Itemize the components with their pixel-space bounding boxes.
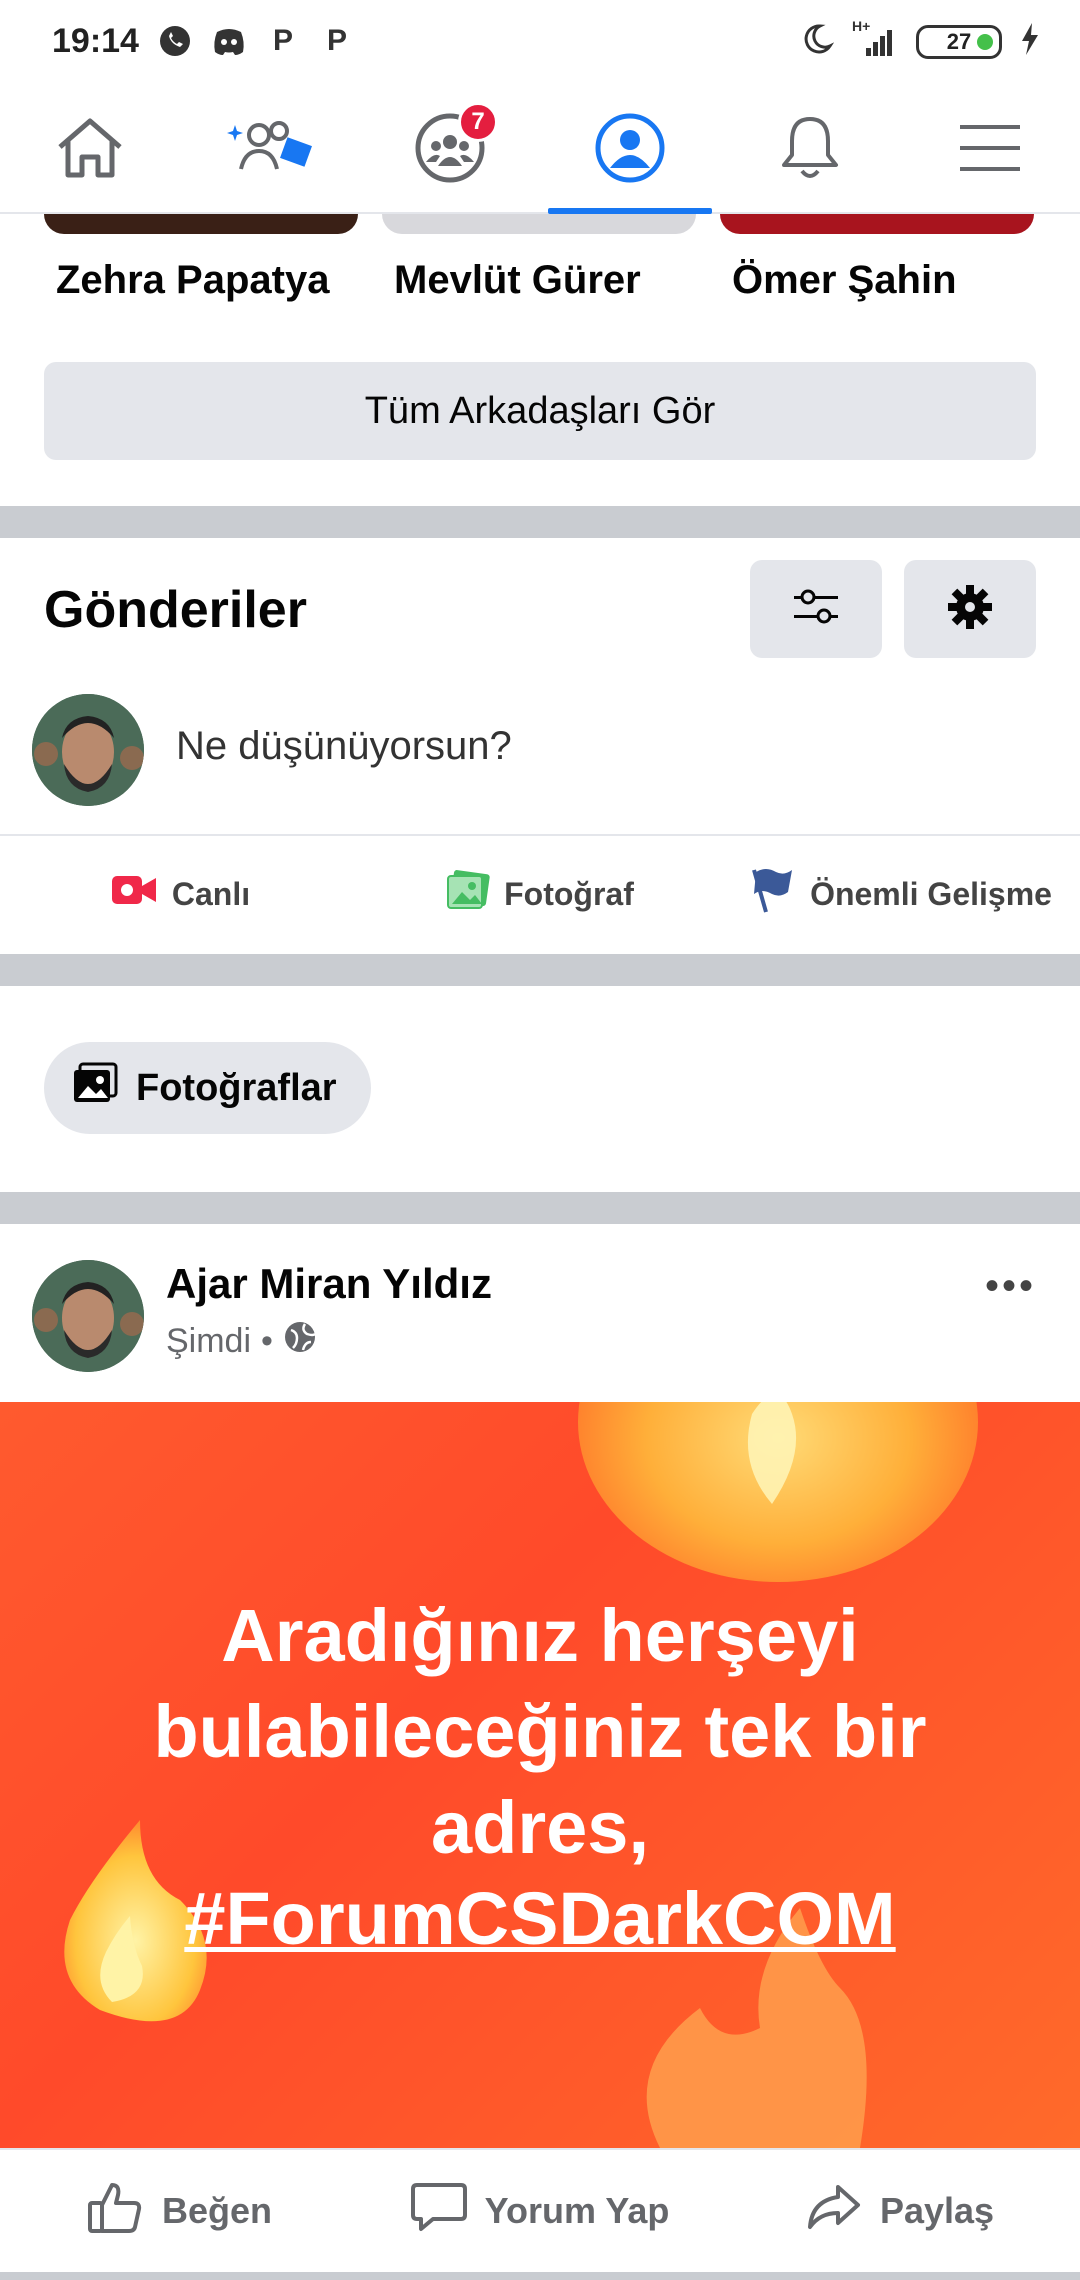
photos-button[interactable]: Fotoğraflar — [44, 1042, 371, 1134]
settings-button[interactable] — [904, 560, 1036, 658]
home-icon — [54, 115, 126, 186]
section-divider — [0, 506, 1080, 538]
comment-icon — [410, 2181, 467, 2242]
comment-button[interactable]: Yorum Yap — [360, 2150, 720, 2272]
live-label: Canlı — [171, 875, 251, 912]
like-label: Beğen — [161, 2190, 273, 2231]
share-icon — [806, 2183, 862, 2240]
paypal-icon: P — [326, 24, 347, 57]
post-composer[interactable]: Ne düşünüyorsun? — [0, 688, 1080, 836]
nav-home[interactable] — [0, 88, 180, 212]
filter-icon — [792, 587, 840, 632]
gear-icon — [947, 584, 993, 635]
meta-separator: • — [261, 1322, 273, 1360]
charging-icon — [1020, 23, 1040, 60]
avatar[interactable] — [32, 694, 144, 806]
friend-photo[interactable] — [382, 214, 696, 234]
battery-level: 27 — [946, 28, 972, 54]
friend-photo[interactable] — [44, 214, 358, 234]
section-divider — [0, 954, 1080, 986]
whatsapp-icon — [158, 24, 192, 58]
notification-icons: P P — [158, 24, 354, 58]
photo-button[interactable]: Fotoğraf — [360, 836, 720, 952]
globe-icon — [283, 1320, 317, 1363]
thumbs-up-icon — [87, 2181, 144, 2242]
post-text: Aradığınız herşeyi bulabileceğiniz tek b… — [153, 1594, 927, 1869]
post-meta: Şimdi • — [166, 1320, 317, 1363]
nav-profile[interactable] — [540, 88, 720, 214]
nav-notifications[interactable] — [720, 88, 900, 212]
groups-badge: 7 — [458, 102, 498, 142]
composer-prompt[interactable]: Ne düşünüyorsun? — [176, 724, 512, 769]
friend-photo[interactable] — [720, 214, 1034, 234]
moon-icon — [800, 22, 835, 61]
battery-indicator: 27 — [916, 24, 1002, 59]
more-options-icon[interactable]: ••• — [985, 1264, 1036, 1309]
live-video-icon — [110, 872, 158, 916]
status-right: H+ 27 — [800, 18, 1040, 61]
photos-icon — [72, 1062, 118, 1114]
friend-name[interactable]: Zehra Papatya — [56, 258, 329, 303]
live-button[interactable]: Canlı — [0, 836, 360, 952]
nav-groups[interactable]: 7 — [360, 88, 540, 212]
friend-name[interactable]: Mevlüt Gürer — [394, 258, 641, 303]
section-divider — [0, 1192, 1080, 1224]
flag-icon — [748, 866, 796, 922]
comment-label: Yorum Yap — [484, 2190, 670, 2231]
photo-label: Fotoğraf — [504, 875, 634, 912]
composer-actions: Canlı Fotoğraf Önemli Gelişme — [0, 836, 1080, 952]
life-event-label: Önemli Gelişme — [810, 875, 1052, 912]
post-image[interactable]: Aradığınız herşeyi bulabileceğiniz tek b… — [0, 1402, 1080, 2148]
see-all-friends-button[interactable]: Tüm Arkadaşları Gör — [44, 362, 1036, 460]
status-bar: 19:14 P P H+ 27 — [0, 0, 1080, 88]
post-time[interactable]: Şimdi — [166, 1322, 251, 1361]
friend-name[interactable]: Ömer Şahin — [732, 258, 957, 303]
bell-icon — [778, 113, 842, 188]
main-navbar: 7 — [0, 88, 1080, 214]
photo-icon — [446, 870, 490, 918]
discord-icon — [212, 24, 246, 58]
profile-icon — [594, 112, 666, 189]
menu-icon — [958, 121, 1022, 180]
posts-section-title: Gönderiler — [44, 581, 307, 639]
nav-friends[interactable] — [180, 88, 360, 212]
avatar[interactable] — [32, 1260, 144, 1372]
post-hashtag-link[interactable]: #ForumCSDarkCOM — [0, 1876, 1080, 1961]
paypal-icon: P — [272, 24, 293, 57]
status-time: 19:14 — [52, 22, 139, 60]
filter-button[interactable] — [750, 560, 882, 658]
life-event-button[interactable]: Önemli Gelişme — [720, 836, 1080, 952]
bottom-divider — [0, 2272, 1080, 2280]
like-button[interactable]: Beğen — [0, 2150, 360, 2272]
friends-section: Zehra Papatya Mevlüt Gürer Ömer Şahin Tü… — [0, 214, 1080, 504]
friends-icon — [225, 115, 315, 186]
nav-menu[interactable] — [900, 88, 1080, 212]
photos-label: Fotoğraflar — [136, 1066, 337, 1109]
signal-icon: H+ — [852, 18, 898, 58]
share-button[interactable]: Paylaş — [720, 2150, 1080, 2272]
share-label: Paylaş — [879, 2190, 995, 2231]
post-header: Ajar Miran Yıldız Şimdi • ••• — [0, 1226, 1080, 1402]
network-type: H+ — [852, 17, 871, 34]
post-author[interactable]: Ajar Miran Yıldız — [166, 1260, 492, 1308]
post-actions: Beğen Yorum Yap Paylaş — [0, 2148, 1080, 2272]
